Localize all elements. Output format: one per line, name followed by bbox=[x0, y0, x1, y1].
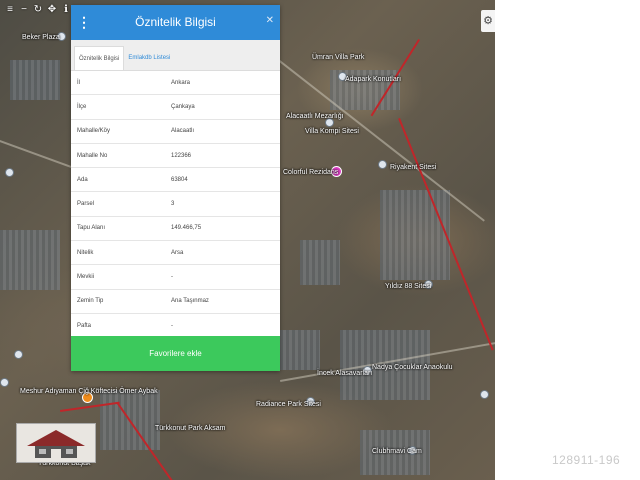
map-building-block bbox=[0, 230, 60, 290]
zoom-out-icon[interactable]: − bbox=[18, 3, 30, 17]
refresh-icon[interactable]: ↻ bbox=[32, 3, 44, 17]
move-icon[interactable]: ✥ bbox=[46, 3, 58, 17]
table-row: Tapu Alanı 149.466,75 bbox=[71, 217, 280, 242]
company-logo bbox=[16, 423, 96, 463]
table-row: Zemin Tip Ana Taşınmaz bbox=[71, 290, 280, 314]
attr-value: Çankaya bbox=[171, 103, 195, 110]
attr-value: Ankara bbox=[171, 79, 191, 86]
attr-key: Tapu Alanı bbox=[77, 225, 106, 232]
map-label: Villa Kompi Sitesi bbox=[305, 128, 359, 135]
attr-key: Mahalle/Köy bbox=[77, 128, 111, 135]
map-label: Adapark Konutları bbox=[345, 76, 402, 83]
map-label: Colorful Rezidans bbox=[283, 169, 339, 176]
attr-value: 149.466,75 bbox=[171, 225, 202, 232]
attr-key: Mevkii bbox=[77, 274, 95, 281]
attr-value: Ana Taşınmaz bbox=[171, 298, 209, 305]
attr-value: 3 bbox=[171, 201, 175, 208]
map-label: Nadya Çocuklar Anaokulu bbox=[372, 364, 453, 371]
attr-key: İlçe bbox=[77, 103, 87, 110]
map-building-block bbox=[300, 240, 340, 285]
table-row: Parsel 3 bbox=[71, 192, 280, 217]
map-poi-marker[interactable] bbox=[480, 390, 489, 399]
panel-header: ⋮ Öznitelik Bilgisi ✕ bbox=[71, 5, 280, 40]
menu-icon[interactable]: ≡ bbox=[4, 3, 16, 17]
attr-key: Ada bbox=[77, 176, 88, 183]
panel-tabs: Öznitelik Bilgisi Emlakdb Listesi bbox=[71, 40, 280, 71]
map-road bbox=[0, 140, 76, 170]
map-poi-marker[interactable] bbox=[14, 350, 23, 359]
attr-key: Nitelik bbox=[77, 249, 94, 256]
map-label: İncek Alasavarları bbox=[317, 370, 373, 377]
attr-value: - bbox=[171, 322, 173, 329]
map-label: Ümran Villa Park bbox=[312, 54, 365, 61]
table-row: Pafta - bbox=[71, 314, 280, 339]
attribute-panel: ⋮ Öznitelik Bilgisi ✕ Öznitelik Bilgisi … bbox=[71, 5, 280, 371]
map-toolbar: ≡ − ↻ ✥ ℹ bbox=[4, 3, 72, 17]
house-logo-icon bbox=[27, 430, 85, 458]
map-label: Beker Plaza bbox=[22, 34, 60, 41]
map-label: Radiance Park Sitesi bbox=[256, 401, 321, 408]
add-to-favorites-button[interactable]: Favorilere ekle bbox=[71, 336, 280, 371]
table-row: İlçe Çankaya bbox=[71, 95, 280, 120]
attr-value: - bbox=[171, 274, 173, 281]
map-label: Meshur Adıyaman Çiğ Köftecisi Ömer Aybak bbox=[20, 388, 158, 395]
table-row: Nitelik Arsa bbox=[71, 241, 280, 266]
attr-value: Alacaatlı bbox=[171, 128, 195, 135]
attr-key: İl bbox=[77, 79, 80, 86]
map-label: Clubhmavi Cam bbox=[372, 448, 422, 455]
attribute-table: İl Ankara İlçe Çankaya Mahalle/Köy Alacaatl… bbox=[71, 71, 280, 339]
app-root: Beker Plaza Ümran Villa Park Adapark Kon… bbox=[0, 0, 640, 480]
attr-value: Arsa bbox=[171, 249, 184, 256]
listing-watermark: 128911-196 bbox=[552, 453, 621, 467]
attr-key: Mahalle No bbox=[77, 152, 108, 159]
attr-key: Pafta bbox=[77, 322, 92, 329]
map-label: Alacaatlı Mezarlığı bbox=[286, 113, 344, 120]
map-building-block bbox=[280, 330, 320, 370]
attr-value: 122366 bbox=[171, 152, 192, 159]
map-building-block bbox=[380, 190, 450, 280]
map-poi-marker[interactable] bbox=[5, 168, 14, 177]
table-row: Ada 63804 bbox=[71, 168, 280, 193]
map-poi-marker[interactable] bbox=[378, 160, 387, 169]
map-label: Yıldız 88 Sitesi bbox=[385, 283, 432, 290]
gear-icon[interactable]: ⚙ bbox=[481, 10, 495, 32]
table-row: Mevkii - bbox=[71, 265, 280, 290]
map-label: Türkkonut Park Aksam bbox=[155, 425, 226, 432]
map-poi-marker[interactable] bbox=[0, 378, 9, 387]
table-row: Mahalle/Köy Alacaatlı bbox=[71, 120, 280, 144]
table-row: İl Ankara bbox=[71, 71, 280, 96]
map-building-block bbox=[10, 60, 60, 100]
tab-attributes[interactable]: Öznitelik Bilgisi bbox=[74, 46, 125, 70]
attr-value: 63804 bbox=[171, 176, 188, 183]
map-label: Riyakent Sitesi bbox=[390, 164, 437, 171]
panel-title: Öznitelik Bilgisi bbox=[135, 15, 216, 29]
table-row: Mahalle No 122366 bbox=[71, 144, 280, 169]
close-icon[interactable]: ✕ bbox=[266, 15, 274, 26]
attr-key: Parsel bbox=[77, 201, 95, 208]
tab-emlakdb-list[interactable]: Emlakdb Listesi bbox=[124, 46, 174, 70]
attr-key: Zemin Tip bbox=[77, 298, 104, 305]
